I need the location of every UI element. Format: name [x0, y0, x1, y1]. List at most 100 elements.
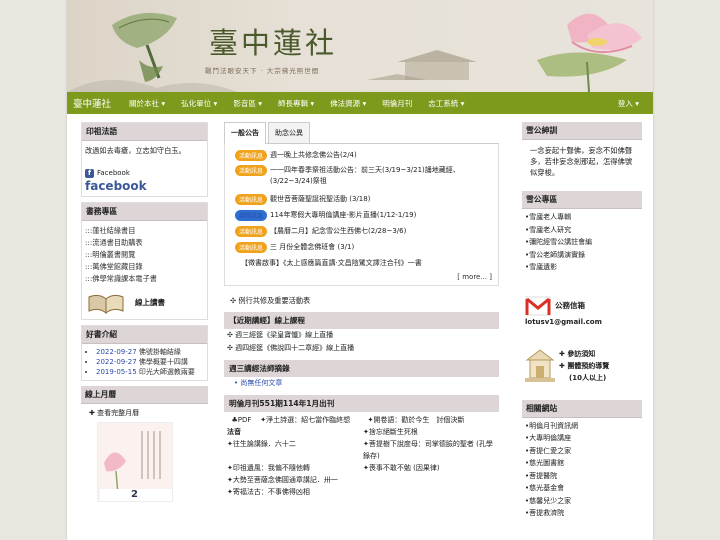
facebook-wordmark[interactable]: facebook	[85, 180, 204, 192]
books-link[interactable]: :::蓮社結緣書目	[85, 225, 204, 237]
monthly-article[interactable]: ✦捨忘絕斷生死根	[363, 426, 499, 438]
monthly-article[interactable]: ✦喪事不敢不勉 (因果律)	[363, 462, 499, 474]
master-quote-text: 一念妄起十聲佛，妄念不如佛聲多，若非妄念剎那起，怎得佛號似穿梭。	[530, 146, 633, 177]
tab-general[interactable]: 一般公告	[224, 122, 266, 144]
facebook-icon: f	[85, 168, 94, 178]
announcement-item[interactable]: 活動訊息 三 月份全體念佛班會 (3/1)	[235, 241, 492, 253]
facebook-label: Facebook	[97, 169, 130, 177]
facebook-link[interactable]: f Facebook	[85, 167, 204, 179]
monthly-section: 法音	[227, 428, 241, 436]
announcement-item[interactable]: 活動訊息 週一晚上共修念佛公告(2/4)	[235, 149, 492, 161]
related-site-link[interactable]: •菩提醫院	[525, 470, 639, 483]
books-link[interactable]: :::流通書目助購表	[85, 237, 204, 249]
announcement-item[interactable]: 活動訊息 觀世音菩薩聖誕祝聖活動 (3/18)	[235, 193, 492, 205]
announcement-list: 活動訊息 週一晚上共修念佛公告(2/4) 活動訊息 一一四年春季祭祖活動公告：前…	[224, 144, 499, 286]
announcement-item[interactable]: 【徵書啟事】《太上感應篇直講·文昌陰騭文譯注合刊》一書	[241, 257, 492, 269]
books-box: 書務專區 :::蓮社結緣書目 :::流通書目助購表 :::明倫叢書閱覽 :::萬…	[81, 202, 208, 320]
nav-brand[interactable]: 臺中蓮社	[67, 96, 121, 110]
nav-item-about[interactable]: 關於本社 ▾	[121, 98, 173, 109]
monthly-title[interactable]: 明倫月刊551期114年1月出刊	[224, 395, 499, 412]
master-zone-title: 雪公專區	[522, 191, 642, 209]
monthly-article[interactable]: ✦往生論講錄．六十二	[227, 438, 363, 462]
announcement-item[interactable]: 活動訊息 一一四年春季祭祖活動公告：前三天(3/19~3/21)誦地藏經、(3/…	[235, 165, 492, 189]
announcement-item[interactable]: 課程訊息 114年寒假大專明倫講座-影片直播(1/12-1/19)	[235, 209, 492, 221]
calendar-image[interactable]: 2	[97, 422, 173, 502]
gmail-icon	[525, 296, 551, 315]
email-address[interactable]: lotusv1@gmail.com	[525, 318, 642, 326]
quote-box: 印祖法語 改過如去毒瘡，立志如守白玉。 f Facebook facebook	[81, 122, 208, 197]
master-zone-link[interactable]: •彌陀經雪公講註會編	[525, 236, 639, 249]
routine-link[interactable]: ✣ 例行共修及重要活動表	[230, 294, 499, 307]
announcement-badge: 活動訊息	[235, 193, 268, 205]
book-intro-item[interactable]: 2019-05-15 印光大師選教兩要	[96, 367, 207, 377]
plus-icon: ✣	[227, 344, 236, 352]
group-tour-link[interactable]: ✚ 團體預約導覽	[559, 360, 609, 372]
calendar-box: 線上月曆 ✚ 查看完整月曆 2	[81, 386, 208, 502]
calendar-title: 線上月曆	[81, 386, 208, 404]
group-tour-note: (10人以上)	[569, 373, 607, 382]
login-menu[interactable]: 登入 ▾	[618, 98, 653, 109]
tab-assist[interactable]: 助念公異	[268, 122, 310, 143]
books-link[interactable]: :::萬佛堂館藏目錄	[85, 261, 204, 273]
monthly-article[interactable]: ✦寄福法古：不事佛得凶相	[227, 486, 363, 498]
related-sites-title: 相關網站	[522, 399, 642, 418]
books-link[interactable]: :::明倫叢書閱覽	[85, 249, 204, 261]
master-zone-link[interactable]: •雪公老師講演實錄	[525, 249, 639, 262]
books-link[interactable]: :::佛學常識課本電子書	[85, 273, 204, 285]
monthly-article[interactable]: ✦印祖遺風：我偏不隨他轉	[227, 462, 363, 474]
search-icon: ✚	[89, 409, 95, 417]
site-motto: 戰鬥法眼安天下 · 大宗佛光照世間	[205, 67, 320, 75]
master-zone-link[interactable]: •雪廬老人專輯	[525, 211, 639, 224]
monthly-article[interactable]: ✦開卷語：勸於今生 討個決斷	[363, 414, 499, 426]
related-site-link[interactable]: •菩提救濟院	[525, 507, 639, 520]
master-zone-link[interactable]: •雪廬老人研究	[525, 224, 639, 237]
announcement-badge: 活動訊息	[235, 241, 268, 253]
related-site-link[interactable]: •菩提仁愛之家	[525, 445, 639, 458]
monthly-article[interactable]: ✦菩提樹下說度母：司掌德臉的聖者 (孔學錄存)	[363, 438, 499, 462]
visit-block: ✚ 參訪須知 ✚ 團體預約導覽 (10人以上)	[525, 346, 642, 386]
book-intro-item[interactable]: 2022-09-27 佛學概要十四講	[96, 357, 207, 367]
nav-item-monthly[interactable]: 明倫月刊	[374, 98, 420, 109]
announcement-badge: 活動訊息	[235, 225, 268, 237]
course-item[interactable]: ✣ 週三經筵《梁皇寶懺》線上直播	[224, 329, 499, 342]
related-site-link[interactable]: •明倫月刊資訊網	[525, 420, 639, 433]
visit-notice-link[interactable]: ✚ 參訪須知	[559, 348, 609, 360]
quote-text: 改過如去毒瘡，立志如守白玉。	[85, 146, 186, 155]
more-link[interactable]: [ more... ]	[235, 273, 492, 281]
related-site-link[interactable]: •慈馨兒少之家	[525, 495, 639, 508]
temple-icon	[525, 348, 555, 382]
mailbox-label: 公務信箱	[555, 301, 585, 310]
master-zone-link[interactable]: •雪廬遺影	[525, 261, 639, 274]
nav-item-teachers[interactable]: 師長專輯 ▾	[270, 98, 322, 109]
quote-box-title: 印祖法語	[82, 123, 207, 141]
related-site-link[interactable]: •大專明倫講座	[525, 432, 639, 445]
main-nav: 臺中蓮社 關於本社 ▾ 弘化單位 ▾ 影音區 ▾ 師長專輯 ▾ 佛法資源 ▾ 明…	[67, 92, 653, 114]
book-intro-box: 好書介紹 2022-09-27 佛號掛軸結緣 2022-09-27 佛學概要十四…	[81, 325, 208, 381]
plus-icon: ✣	[227, 331, 236, 339]
nav-item-media[interactable]: 影音區 ▾	[225, 98, 270, 109]
online-reading-link[interactable]: 線上讀書	[85, 291, 204, 315]
weekly-item: • 尚無任何文章	[234, 379, 283, 387]
related-site-link[interactable]: •慈光基金會	[525, 482, 639, 495]
official-mailbox-link[interactable]: 公務信箱	[525, 296, 642, 316]
nav-item-volunteer[interactable]: 志工系統 ▾	[420, 98, 472, 109]
book-intro-item[interactable]: 2022-09-27 佛號掛軸結緣	[96, 347, 207, 357]
online-reading-label: 線上讀書	[135, 298, 165, 307]
monthly-pdf-link[interactable]: ♣PDF ✦淨土詩選：紹七當作臨終想	[227, 414, 363, 426]
announcement-item[interactable]: 活動訊息 【農曆二月】紀念雪公生西佛七(2/28~3/6)	[235, 225, 492, 237]
open-book-icon	[88, 294, 124, 315]
book-intro-title: 好書介紹	[82, 326, 207, 344]
nav-item-units[interactable]: 弘化單位 ▾	[173, 98, 225, 109]
master-quote-title: 雪公紳訓	[522, 122, 642, 140]
related-site-link[interactable]: •慈光圖書館	[525, 457, 639, 470]
calendar-link[interactable]: ✚ 查看完整月曆	[81, 404, 208, 422]
monthly-article[interactable]: ✦大勢至菩薩念佛圓通章講記．卅一	[227, 474, 363, 486]
courses-title: 【近期講經】線上課程	[224, 312, 499, 329]
site-title: 臺中蓮社	[209, 26, 338, 60]
left-column: 印祖法語 改過如去毒瘡，立志如守白玉。 f Facebook facebook …	[81, 122, 208, 507]
announcement-badge: 課程訊息	[235, 209, 268, 221]
nav-item-resources[interactable]: 佛法資源 ▾	[322, 98, 374, 109]
banner-art	[67, 12, 642, 92]
master-quote-box: 雪公紳訓 一念妄起十聲佛，妄念不如佛聲多，若非妄念剎那起，怎得佛號似穿梭。	[522, 122, 642, 183]
course-item[interactable]: ✣ 週四經筵《佛說四十二章經》線上直播	[224, 342, 499, 355]
